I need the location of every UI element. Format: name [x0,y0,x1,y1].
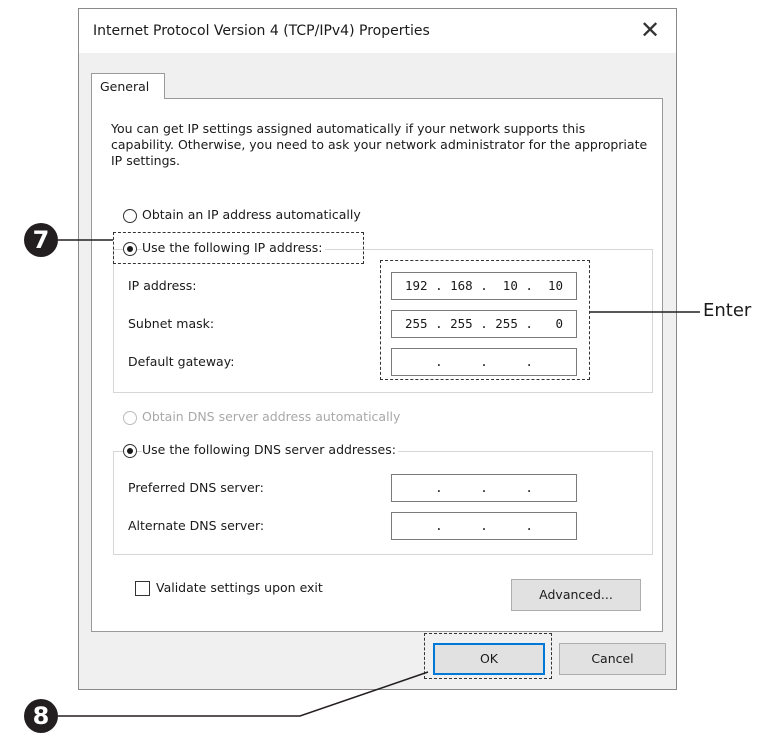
step7-badge: 7 [24,223,58,257]
tab-general[interactable]: General [91,73,165,99]
enter-label: Enter [703,300,752,321]
callout-lines [58,239,700,717]
step8-leader-line [58,671,429,717]
step8-badge: 8 [24,699,58,733]
